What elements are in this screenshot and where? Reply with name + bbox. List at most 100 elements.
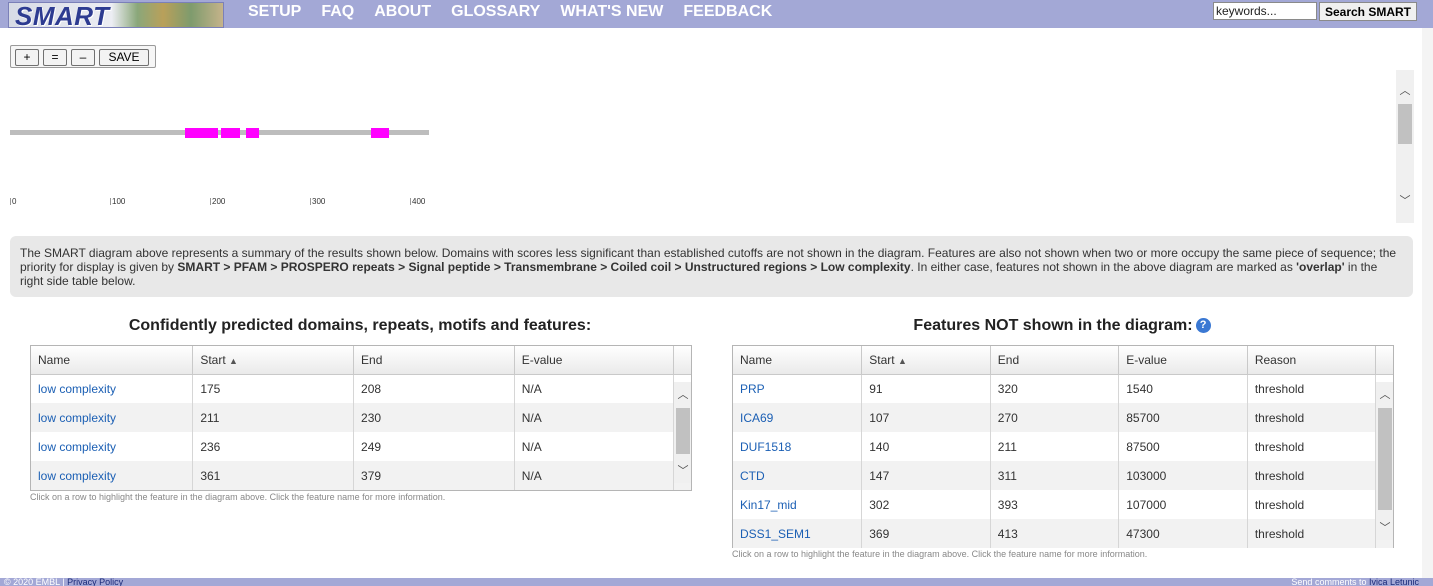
axis-tick: 0 — [10, 197, 17, 206]
diagram-scrollbar[interactable]: ︿ ﹀ — [1396, 70, 1414, 223]
table-scrollbar[interactable]: ︿ ﹀ — [674, 382, 691, 483]
table-row[interactable]: CTD 147 311 103000 threshold — [733, 461, 1393, 490]
feature-start: 361 — [192, 461, 355, 490]
table-row[interactable]: low complexity 361 379 N/A — [31, 461, 691, 490]
feature-name-link[interactable]: Kin17_mid — [733, 490, 863, 519]
feature-start: 369 — [861, 519, 991, 548]
column-header-end[interactable]: End — [990, 346, 1120, 375]
sort-ascending-icon: ▲ — [229, 355, 238, 366]
feature-name-link[interactable]: DSS1_SEM1 — [733, 519, 863, 548]
scroll-thumb[interactable] — [1398, 104, 1412, 144]
nav-feedback[interactable]: FEEDBACK — [683, 3, 772, 23]
feature-evalue: N/A — [514, 461, 675, 490]
column-header-evalue[interactable]: E-value — [514, 346, 675, 375]
top-navigation-bar: SMART SETUP FAQ ABOUT GLOSSARY WHAT'S NE… — [0, 0, 1433, 31]
confident-features-table: Name Start ▲ End E-value low complexity … — [30, 345, 692, 491]
scroll-up-icon[interactable]: ︿ — [1376, 386, 1394, 402]
feature-start: 147 — [861, 461, 991, 490]
comments-text: Send comments to — [1291, 578, 1369, 586]
display-priority: SMART > PFAM > PROSPERO repeats > Signal… — [177, 260, 911, 274]
nav-about[interactable]: ABOUT — [374, 3, 431, 23]
nav-setup[interactable]: SETUP — [248, 3, 301, 23]
domain-low-complexity[interactable] — [221, 128, 240, 138]
column-header-start[interactable]: Start ▲ — [192, 346, 355, 375]
table-row[interactable]: Kin17_mid 302 393 107000 threshold — [733, 490, 1393, 519]
zoom-reset-button[interactable]: = — [43, 49, 67, 66]
scroll-thumb[interactable] — [676, 408, 690, 454]
privacy-policy-link[interactable]: Privacy Policy — [67, 578, 123, 586]
help-icon[interactable]: ? — [1195, 318, 1211, 334]
column-header-start[interactable]: Start ▲ — [861, 346, 991, 375]
axis-tick: 200 — [210, 197, 226, 206]
table-hint: Click on a row to highlight the feature … — [30, 492, 446, 502]
axis-tick: 100 — [110, 197, 126, 206]
column-header-end[interactable]: End — [353, 346, 515, 375]
scroll-down-icon[interactable]: ﹀ — [674, 462, 692, 478]
table-row[interactable]: low complexity 175 208 N/A — [31, 374, 691, 403]
feature-name-link[interactable]: low complexity — [31, 432, 194, 461]
table-scrollbar[interactable]: ︿ ﹀ — [1376, 382, 1393, 540]
description-text: . In either case, features not shown in … — [910, 260, 1297, 274]
table-row[interactable]: PRP 91 320 1540 threshold — [733, 374, 1393, 403]
feature-start: 91 — [861, 374, 991, 403]
column-header-evalue[interactable]: E-value — [1118, 346, 1248, 375]
search-button[interactable]: Search SMART — [1319, 2, 1417, 21]
feature-evalue: 87500 — [1118, 432, 1248, 461]
footer-right: Send comments to Ivica Letunic — [1291, 578, 1419, 586]
nav-faq[interactable]: FAQ — [321, 3, 354, 23]
diagram-description: The SMART diagram above represents a sum… — [10, 236, 1413, 297]
diagram-toolbar: + = – SAVE — [10, 45, 156, 68]
feature-reason: threshold — [1247, 519, 1377, 548]
scroll-down-icon[interactable]: ﹀ — [1396, 192, 1414, 208]
feature-end: 270 — [990, 403, 1120, 432]
feature-start: 175 — [192, 374, 355, 403]
feature-name-link[interactable]: low complexity — [31, 461, 194, 490]
page-scrollbar[interactable] — [1422, 28, 1433, 578]
zoom-out-button[interactable]: – — [71, 49, 95, 66]
column-header-name[interactable]: Name — [733, 346, 863, 375]
feature-end: 249 — [353, 432, 515, 461]
header-spacer — [1375, 346, 1393, 375]
search-input[interactable] — [1213, 2, 1317, 20]
feature-name-link[interactable]: low complexity — [31, 403, 194, 432]
save-button[interactable]: SAVE — [99, 49, 149, 66]
domain-low-complexity[interactable] — [246, 128, 259, 138]
feature-evalue: N/A — [514, 403, 675, 432]
main-nav: SETUP FAQ ABOUT GLOSSARY WHAT'S NEW FEED… — [248, 3, 792, 23]
domain-low-complexity[interactable] — [185, 128, 218, 138]
scroll-thumb[interactable] — [1378, 408, 1392, 510]
table-row[interactable]: low complexity 236 249 N/A — [31, 432, 691, 461]
zoom-in-button[interactable]: + — [15, 49, 39, 66]
feature-end: 379 — [353, 461, 515, 490]
table-row[interactable]: low complexity 211 230 N/A — [31, 403, 691, 432]
table-row[interactable]: ICA69 107 270 85700 threshold — [733, 403, 1393, 432]
page-footer: © 2020 EMBL | Privacy Policy Send commen… — [0, 578, 1433, 586]
table-row[interactable]: DUF1518 140 211 87500 threshold — [733, 432, 1393, 461]
smart-logo[interactable]: SMART — [8, 1, 224, 31]
sequence-backbone — [10, 130, 429, 135]
feature-evalue: N/A — [514, 374, 675, 403]
table-row[interactable]: DSS1_SEM1 369 413 47300 threshold — [733, 519, 1393, 548]
scroll-up-icon[interactable]: ︿ — [1396, 82, 1414, 98]
feature-name-link[interactable]: ICA69 — [733, 403, 863, 432]
table-hint: Click on a row to highlight the feature … — [732, 549, 1148, 559]
scroll-down-icon[interactable]: ﹀ — [1376, 519, 1394, 535]
feature-name-link[interactable]: CTD — [733, 461, 863, 490]
scroll-up-icon[interactable]: ︿ — [674, 386, 692, 402]
axis-tick: 300 — [310, 197, 326, 206]
not-shown-features-table: Name Start ▲ End E-value Reason PRP 91 3… — [732, 345, 1394, 548]
column-header-reason[interactable]: Reason — [1247, 346, 1377, 375]
nav-glossary[interactable]: GLOSSARY — [451, 3, 540, 23]
confident-features-title: Confidently predicted domains, repeats, … — [128, 317, 592, 334]
feature-end: 311 — [990, 461, 1120, 490]
not-shown-features-title: Features NOT shown in the diagram:? — [732, 317, 1392, 335]
feature-name-link[interactable]: low complexity — [31, 374, 194, 403]
domain-low-complexity[interactable] — [371, 128, 389, 138]
column-header-name[interactable]: Name — [31, 346, 194, 375]
author-link[interactable]: Ivica Letunic — [1369, 578, 1419, 586]
overlap-term: 'overlap' — [1296, 260, 1345, 274]
feature-name-link[interactable]: DUF1518 — [733, 432, 863, 461]
feature-name-link[interactable]: PRP — [733, 374, 863, 403]
feature-evalue: N/A — [514, 432, 675, 461]
nav-whats-new[interactable]: WHAT'S NEW — [560, 3, 663, 23]
